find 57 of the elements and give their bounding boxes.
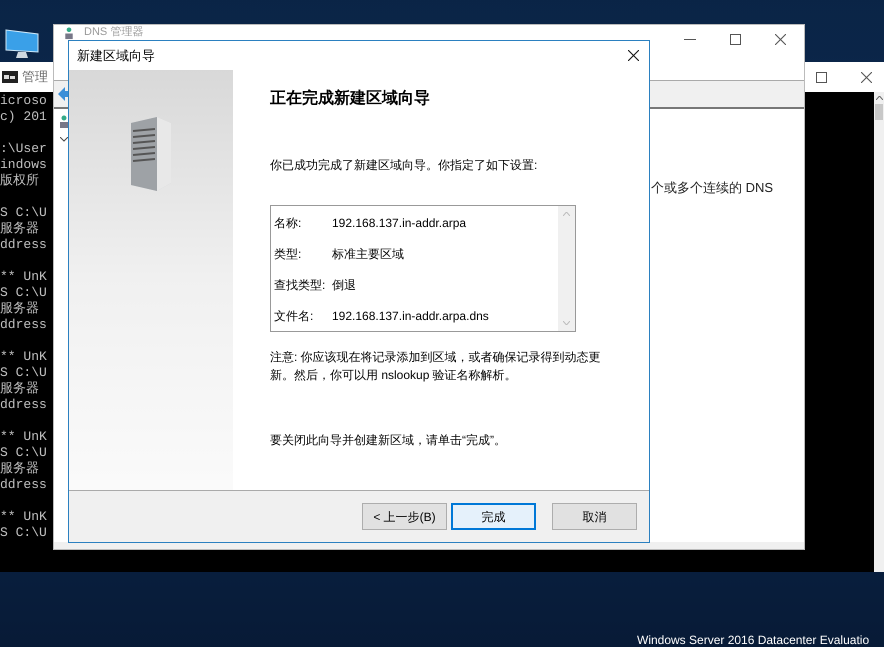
- dns-node-icon: [64, 27, 74, 40]
- settings-listbox[interactable]: 名称: 192.168.137.in-addr.arpa 类型: 标准主要区域 查找类型: 倒退 文件名: 192.168.137.in-addr.arpa.dns: [270, 205, 576, 332]
- wizard-button[interactable]: 取消: [552, 503, 637, 530]
- console-line: S C:\U: [0, 285, 47, 301]
- console-line: :\User: [0, 141, 47, 157]
- setting-value: 192.168.137.in-addr.arpa.dns: [332, 308, 489, 325]
- console-line: ** UnK: [0, 349, 47, 365]
- close-icon[interactable]: [628, 50, 639, 61]
- console-line: icroso: [0, 93, 47, 109]
- console-line: ddress: [0, 477, 47, 493]
- maximize-icon[interactable]: [730, 34, 741, 45]
- dialog-title: 新建区域向导: [77, 46, 155, 65]
- dns-node-icon[interactable]: [59, 115, 69, 129]
- setting-label: 文件名:: [274, 308, 314, 325]
- console-line: S C:\U: [0, 365, 47, 381]
- wizard-heading: 正在完成新建区域向导: [270, 88, 430, 109]
- console-line: 服务器: [0, 221, 39, 237]
- setting-label: 类型:: [274, 246, 302, 264]
- intro-text: 你已成功完成了新建区域向导。你指定了如下设置:: [270, 157, 538, 174]
- close-icon[interactable]: [861, 72, 872, 82]
- console-line: 服务器: [0, 301, 39, 317]
- setting-value: 192.168.137.in-addr.arpa: [332, 215, 466, 232]
- setting-value: 标准主要区域: [332, 246, 404, 264]
- console-line: ** UnK: [0, 429, 47, 445]
- scrollbar-thumb[interactable]: [875, 104, 883, 120]
- console-line: S C:\U: [0, 445, 47, 461]
- minimize-icon[interactable]: [684, 38, 696, 40]
- wizard-button[interactable]: < 上一步(B): [362, 503, 447, 530]
- console-line: c) 201: [0, 109, 47, 125]
- computer-icon[interactable]: [4, 28, 40, 60]
- close-icon[interactable]: [775, 34, 786, 45]
- setting-value: 倒退: [332, 276, 356, 294]
- console-line: ddress: [0, 237, 47, 253]
- scroll-up-icon[interactable]: [876, 96, 882, 100]
- console-line: indows: [0, 157, 47, 173]
- description-text: 个或多个连续的 DNS: [651, 180, 774, 195]
- scrollbar[interactable]: [874, 92, 884, 572]
- console-line: ddress: [0, 317, 47, 333]
- console-line: ddress: [0, 397, 47, 413]
- console-line: 版权所: [0, 173, 39, 189]
- console-line: 服务器: [0, 461, 39, 477]
- wizard-button[interactable]: 完成: [451, 503, 536, 530]
- edition-text: Windows Server 2016 Datacenter Evaluatio: [637, 632, 870, 647]
- setting-label: 查找类型:: [274, 276, 326, 294]
- console-line: ** UnK: [0, 509, 47, 525]
- note-text: 注意: 你应该现在将记录添加到区域，或者确保记录得到动态更新。然后，你可以用 nslookup 验证名称解析。: [270, 349, 602, 384]
- window-title: 管理: [22, 68, 48, 86]
- console-line: ** UnK: [0, 269, 47, 285]
- console-line: 服务器: [0, 381, 39, 397]
- console-line: S C:\U: [0, 205, 47, 221]
- console-icon: [2, 71, 18, 83]
- setting-label: 名称:: [274, 215, 302, 232]
- window-title: DNS 管理器: [84, 26, 144, 39]
- console-line: S C:\U: [0, 525, 47, 541]
- maximize-icon[interactable]: [816, 72, 827, 82]
- closing-text: 要关闭此向导并创建新区域，请单击“完成”。: [270, 432, 506, 449]
- chevron-down-icon[interactable]: [60, 137, 68, 142]
